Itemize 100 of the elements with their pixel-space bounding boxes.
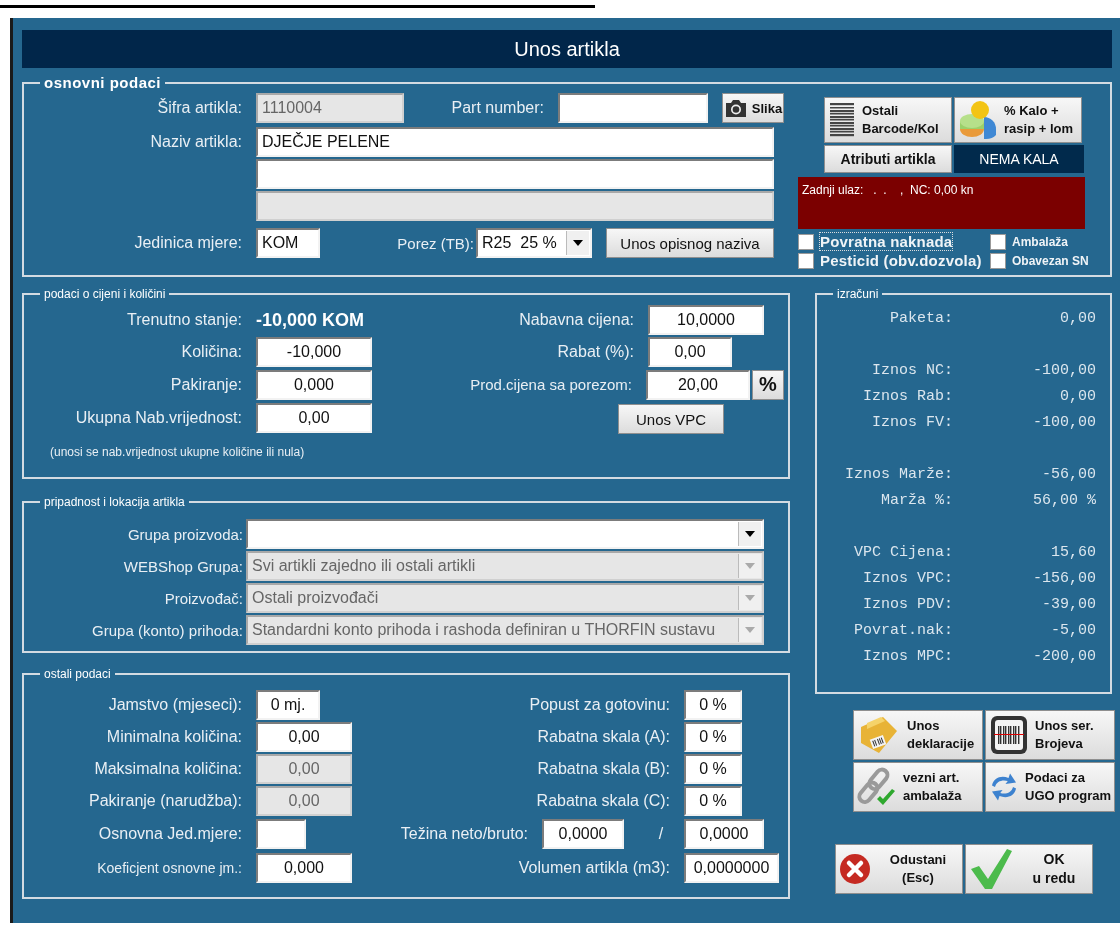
input-field[interactable]: 0 % <box>684 690 742 720</box>
percent-button[interactable]: % <box>752 369 784 400</box>
field-label: Grupa (konto) prihoda: <box>91 621 243 639</box>
input-field[interactable]: 0,00 <box>648 336 732 367</box>
vpc-button[interactable]: Unos VPC <box>618 404 724 434</box>
calc-label: Marža %: <box>880 491 953 509</box>
dropdown-field[interactable]: R25 25 % <box>476 228 592 258</box>
field-label: Nabavna cijena: <box>518 311 634 329</box>
stock-value: -10,000 KOM <box>256 309 365 331</box>
field-label: Količina: <box>180 342 242 361</box>
caret-icon <box>573 240 583 246</box>
input-field[interactable]: 0 % <box>684 786 742 816</box>
input-field[interactable] <box>558 93 708 123</box>
calc-value: -156,00 <box>1032 569 1096 587</box>
calc-label: Iznos NC: <box>871 361 953 379</box>
calc-label: Iznos PDV: <box>862 595 953 613</box>
description-button[interactable]: Unos opisnog naziva <box>606 228 774 258</box>
field-label: Jedinica mjere: <box>133 234 242 252</box>
input-field[interactable]: 0,00 <box>256 722 352 752</box>
input-field[interactable]: 20,00 <box>646 369 750 400</box>
input-field[interactable]: 0,00 <box>256 402 372 433</box>
field-label: Popust za gotovinu: <box>528 696 670 714</box>
field-label: Volumen artikla (m3): <box>517 859 670 877</box>
dropdown-field[interactable] <box>246 519 764 549</box>
checkbox-label: Obavezan SN <box>1012 253 1089 268</box>
separator-text: / <box>657 825 665 843</box>
section-title: izračuni <box>836 287 880 301</box>
calc-value: 0,00 <box>1059 309 1096 327</box>
checkbox[interactable] <box>798 233 814 250</box>
field-label: Rabatna skala (A): <box>536 728 670 746</box>
caret-icon <box>745 563 755 569</box>
input-field[interactable]: KOM <box>256 228 320 258</box>
field-label: Naziv artikla: <box>149 132 242 152</box>
calc-value: -100,00 <box>1032 413 1096 431</box>
checkbox-label: Ambalaža <box>1012 234 1069 249</box>
calc-label: Iznos Rab: <box>862 387 953 405</box>
serial-numbers-button[interactable]: Unos ser. Brojeva <box>985 710 1115 760</box>
field-label: Trenutno stanje: <box>125 311 242 329</box>
calc-value: -39,00 <box>1041 595 1096 613</box>
calc-value: -200,00 <box>1032 647 1096 665</box>
input-field[interactable]: 0,000 <box>256 853 352 883</box>
input-field[interactable]: DJEČJE PELENE <box>256 127 774 157</box>
calc-label: Povrat.nak: <box>852 621 953 639</box>
input-field[interactable]: 0 % <box>684 722 742 752</box>
status-label: NEMA KALA <box>954 145 1084 173</box>
field-label: Šifra artikla: <box>156 99 242 117</box>
section-title: pripadnost i lokacija artikla <box>43 495 186 509</box>
field-label: Pakiranje (narudžba): <box>88 792 242 810</box>
field-label: Jamstvo (mjeseci): <box>107 696 242 714</box>
input-field[interactable]: -10,000 <box>256 336 372 367</box>
field-label: Težina neto/bruto: <box>399 825 528 843</box>
input-field[interactable]: 0,0000000 <box>684 853 779 883</box>
calc-label: Iznos MPC: <box>862 647 953 665</box>
field-label: Rabatna skala (B): <box>536 760 670 778</box>
barcode-scanner-icon <box>989 714 1029 756</box>
barcode-button[interactable]: Ostali Barcode/Kol <box>824 97 952 143</box>
checkbox-label: Pesticid (obv.dozvola) <box>820 252 982 269</box>
cancel-button[interactable]: Odustani (Esc) <box>835 844 963 894</box>
checkbox[interactable] <box>990 252 1006 269</box>
hint-text: (unosi se nab.vrijednost ukupne količine ili nula) <box>50 445 306 459</box>
input-field[interactable] <box>256 819 306 849</box>
checkmark-icon <box>969 847 1013 891</box>
field-label: Rabatna skala (C): <box>535 792 670 810</box>
close-icon <box>839 853 871 885</box>
input-field[interactable]: 0,0000 <box>542 819 624 849</box>
last-entry-info: Zadnji ulaz: . . , NC: 0,00 kn <box>798 177 1085 229</box>
input-field[interactable]: 0 % <box>684 754 742 784</box>
field-label: Maksimalna količina: <box>93 760 242 778</box>
checkbox[interactable] <box>798 252 814 269</box>
field-label: Koeficjent osnovne jm.: <box>96 860 242 876</box>
calc-label: Iznos Marže: <box>843 465 953 483</box>
input-field[interactable]: 0,0000 <box>684 819 764 849</box>
photo-button[interactable]: Slika <box>722 93 784 123</box>
field-label: Pakiranje: <box>169 375 242 394</box>
calc-value: 0,00 <box>1059 387 1096 405</box>
field-label: Porez (TB): <box>396 234 474 252</box>
input-field[interactable] <box>256 159 774 189</box>
attributes-button[interactable]: Atributi artikla <box>824 145 952 173</box>
camera-icon <box>723 98 748 118</box>
section-title: podaci o cijeni i količini <box>43 287 167 301</box>
calc-value: 56,00 % <box>1032 491 1096 509</box>
shrinkage-button[interactable]: % Kalo + rasip + lom <box>954 97 1082 143</box>
field-label: Prod.cijena sa porezom: <box>469 376 632 393</box>
caret-icon <box>745 595 755 601</box>
calc-label: Paketa: <box>889 309 953 327</box>
sync-button[interactable]: Podaci za UGO program <box>985 762 1115 812</box>
ok-button[interactable]: OK u redu <box>965 844 1093 894</box>
field-label: Part number: <box>450 99 544 117</box>
field-label: Osnovna Jed.mjere: <box>97 825 242 843</box>
field-label: WEBShop Grupa: <box>122 557 243 575</box>
calc-label: Iznos FV: <box>871 413 953 431</box>
calc-label: VPC Cijena: <box>852 543 953 561</box>
linked-items-button[interactable]: vezni art. ambalaža <box>853 762 983 812</box>
declaration-button[interactable]: Unos deklaracije <box>853 710 983 760</box>
calc-value: -56,00 <box>1041 465 1096 483</box>
calc-value: -5,00 <box>1050 621 1096 639</box>
checkbox[interactable] <box>990 233 1006 250</box>
input-field[interactable]: 0,000 <box>256 369 372 400</box>
input-field[interactable]: 10,0000 <box>648 305 764 335</box>
input-field[interactable]: 0 mj. <box>256 690 320 720</box>
